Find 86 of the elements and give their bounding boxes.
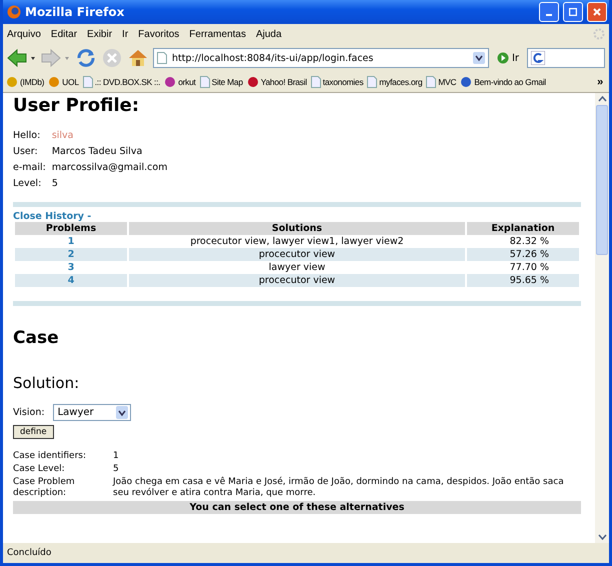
table-cell-text: 82.32 % bbox=[508, 235, 550, 248]
menu-item[interactable]: Editar bbox=[50, 28, 78, 40]
window-title: Mozilla Firefox bbox=[25, 5, 124, 19]
page-icon bbox=[310, 76, 321, 88]
table-cell-text: 77.70 % bbox=[508, 261, 550, 274]
address-field[interactable]: http://localhost:8084/its-ui/app/login.faces bbox=[153, 48, 489, 68]
bookmark-link[interactable]: MVC bbox=[426, 76, 456, 88]
column-header: Solutions bbox=[129, 222, 465, 235]
menu-item[interactable]: Ir bbox=[122, 28, 128, 40]
field-value: Marcos Tadeu Silva bbox=[52, 146, 144, 158]
vision-select[interactable]: Lawyer bbox=[52, 404, 131, 421]
table-cell-text: procecutor view, lawyer view1, lawyer view2 bbox=[189, 235, 405, 248]
page-icon bbox=[367, 76, 378, 88]
play-icon bbox=[496, 52, 509, 64]
bookmark-link[interactable]: UOL bbox=[48, 76, 79, 88]
field-label: Hello: bbox=[13, 130, 42, 142]
problem-link[interactable]: 3 bbox=[15, 261, 127, 274]
field-label: e-mail: bbox=[13, 162, 46, 174]
home-icon[interactable] bbox=[127, 47, 149, 69]
bookmark-link[interactable]: (IMDb) bbox=[6, 76, 44, 88]
close-history-link[interactable]: Close History - bbox=[13, 211, 92, 222]
case-heading: Case bbox=[13, 328, 60, 348]
site-icon bbox=[6, 76, 18, 88]
site-icon bbox=[460, 76, 472, 88]
table-cell: 57.26 % bbox=[467, 248, 579, 261]
menu-item[interactable]: Favoritos bbox=[138, 28, 180, 40]
profile-heading: User Profile: bbox=[13, 95, 140, 116]
field-label: Case Problem description: bbox=[13, 477, 76, 499]
table-cell: 95.65 % bbox=[467, 274, 579, 287]
browser-logo-icon bbox=[7, 5, 21, 19]
site-icon bbox=[164, 76, 176, 88]
column-header: Explanation bbox=[467, 222, 579, 235]
status-text: Concluído bbox=[7, 548, 52, 558]
column-header: Problems bbox=[15, 222, 127, 235]
minimize-button[interactable] bbox=[539, 2, 559, 22]
menu-item[interactable]: Exibir bbox=[87, 28, 112, 40]
field-label: Level: bbox=[13, 178, 42, 190]
menu-item[interactable]: Arquivo bbox=[7, 28, 41, 40]
page-icon bbox=[157, 52, 167, 64]
bookmark-link[interactable]: orkut bbox=[164, 76, 196, 88]
menu-item[interactable]: Ajuda bbox=[256, 28, 282, 40]
page-icon bbox=[426, 76, 436, 88]
define-button[interactable]: define bbox=[13, 425, 54, 439]
problem-link[interactable]: 1 bbox=[15, 235, 127, 248]
bookmark-link[interactable]: taxonomies bbox=[310, 76, 364, 88]
bookmark-link[interactable]: .:: DVD.BOX.SK ::. bbox=[82, 76, 160, 88]
page-icon bbox=[200, 76, 210, 88]
close-button[interactable] bbox=[587, 2, 607, 22]
bookmark-link[interactable]: myfaces.org bbox=[367, 76, 422, 88]
go-button[interactable]: Ir bbox=[492, 52, 523, 64]
reload-icon[interactable] bbox=[75, 47, 97, 69]
back-icon[interactable] bbox=[7, 48, 37, 68]
bookmark-link[interactable]: Site Map bbox=[200, 76, 243, 88]
site-icon bbox=[48, 76, 60, 88]
field-label: Case Level: bbox=[13, 464, 66, 475]
more-bookmarks-button[interactable]: » bbox=[597, 76, 603, 88]
field-value: marcossilva@gmail.com bbox=[52, 162, 168, 174]
table-cell: procecutor view bbox=[129, 274, 465, 287]
table-cell: procecutor view bbox=[129, 248, 465, 261]
menu-item[interactable]: Ferramentas bbox=[189, 28, 246, 40]
maximize-icon bbox=[569, 8, 577, 16]
solution-heading: Solution: bbox=[13, 374, 80, 392]
scrollbar[interactable] bbox=[595, 93, 609, 543]
maximize-button[interactable] bbox=[563, 2, 583, 22]
field-value: 5 bbox=[113, 464, 120, 475]
problem-link[interactable]: 2 bbox=[15, 248, 127, 261]
table-cell-text: lawyer view bbox=[268, 261, 326, 274]
page-icon bbox=[82, 76, 93, 88]
field-value: 5 bbox=[52, 178, 59, 190]
field-label: User: bbox=[13, 146, 39, 158]
dropdown-icon[interactable] bbox=[472, 52, 485, 64]
site-icon bbox=[246, 76, 259, 88]
field-value: 1 bbox=[113, 451, 120, 462]
field-value: João chega em casa e vê Maria e José, irmão de João, dormindo na cama, despidos. João então saca seu revólver e atira contra Maria, que morre. bbox=[113, 477, 565, 499]
bookmark-link[interactable]: Bem-vindo ao Gmail bbox=[460, 76, 546, 88]
scroll-thumb[interactable] bbox=[596, 105, 608, 255]
field-label: Case identifiers: bbox=[13, 451, 87, 462]
dropdown-icon bbox=[116, 406, 128, 419]
vision-label: Vision: bbox=[13, 407, 45, 418]
search-engine-icon bbox=[531, 51, 545, 65]
bookmark-link[interactable]: Yahoo! Brasil bbox=[246, 76, 307, 88]
search-field[interactable] bbox=[527, 48, 605, 68]
close-icon bbox=[593, 8, 601, 16]
alternatives-header: You can select one of these alternatives bbox=[13, 501, 581, 514]
throbber-icon bbox=[593, 28, 605, 40]
problem-link[interactable]: 4 bbox=[15, 274, 127, 287]
